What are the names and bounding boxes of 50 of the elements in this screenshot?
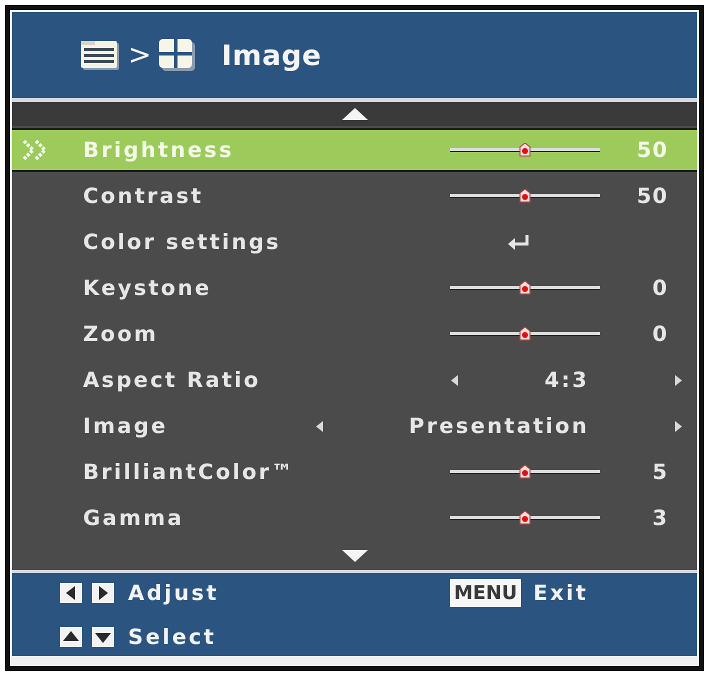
- menu-item[interactable]: Image Presentation: [12, 404, 697, 448]
- menu-item[interactable]: Contrast 50: [12, 174, 697, 218]
- grid-icon: [159, 39, 196, 71]
- slider-thumb[interactable]: [519, 143, 531, 157]
- menu-item-label: Gamma: [83, 506, 184, 530]
- slider-thumb[interactable]: [519, 281, 531, 295]
- right-arrow-key-icon: [92, 583, 114, 603]
- menu-item[interactable]: Color settings: [12, 220, 697, 264]
- setting-value: 0: [651, 322, 669, 346]
- setting-value: Presentation: [408, 414, 590, 438]
- setting-value: 50: [636, 184, 669, 208]
- menu-item[interactable]: Gamma 3: [12, 496, 697, 540]
- left-arrow-icon[interactable]: [316, 420, 323, 432]
- setting-value: 3: [651, 506, 669, 530]
- right-arrow-icon[interactable]: [675, 420, 682, 432]
- menu-item-label: BrilliantColor™: [83, 460, 295, 484]
- breadcrumb-separator: >: [128, 41, 152, 69]
- menu-item[interactable]: Aspect Ratio 4:3: [12, 358, 697, 402]
- menu-item-label: Image: [83, 414, 168, 438]
- menu-item-label: Aspect Ratio: [83, 368, 260, 392]
- up-arrow-key-icon: [60, 627, 82, 647]
- setting-value: 0: [651, 276, 669, 300]
- setting-value: 5: [651, 460, 669, 484]
- menu-item[interactable]: BrilliantColor™ 5: [12, 450, 697, 494]
- down-triangle-icon[interactable]: [342, 550, 368, 562]
- menu-item-label: Color settings: [83, 230, 281, 254]
- up-triangle-icon[interactable]: [342, 108, 368, 120]
- setting-value: 50: [636, 138, 669, 162]
- left-arrow-icon[interactable]: [451, 374, 458, 386]
- menu-item[interactable]: Keystone 0: [12, 266, 697, 310]
- menu-item-label: Contrast: [83, 184, 204, 208]
- menu-key: MENU: [450, 578, 522, 608]
- down-arrow-key-icon: [92, 627, 114, 647]
- slider-thumb[interactable]: [519, 511, 531, 525]
- hint-label: Select: [128, 625, 216, 649]
- slider-thumb[interactable]: [519, 327, 531, 341]
- slider-thumb[interactable]: [519, 189, 531, 203]
- menu-item-label: Brightness: [83, 138, 234, 162]
- menu-item-label: Zoom: [83, 322, 158, 346]
- setting-value: 4:3: [543, 368, 590, 392]
- hint-label: Adjust: [128, 581, 219, 605]
- menu-item-label: Keystone: [83, 276, 212, 300]
- hint-label: Exit: [533, 581, 588, 605]
- left-arrow-key-icon: [60, 583, 82, 603]
- list-icon: [80, 39, 120, 71]
- slider-thumb[interactable]: [519, 465, 531, 479]
- enter-icon: [508, 234, 530, 250]
- menu-title: Image: [221, 38, 322, 72]
- menu-item[interactable]: Zoom 0: [12, 312, 697, 356]
- right-arrow-icon[interactable]: [675, 374, 682, 386]
